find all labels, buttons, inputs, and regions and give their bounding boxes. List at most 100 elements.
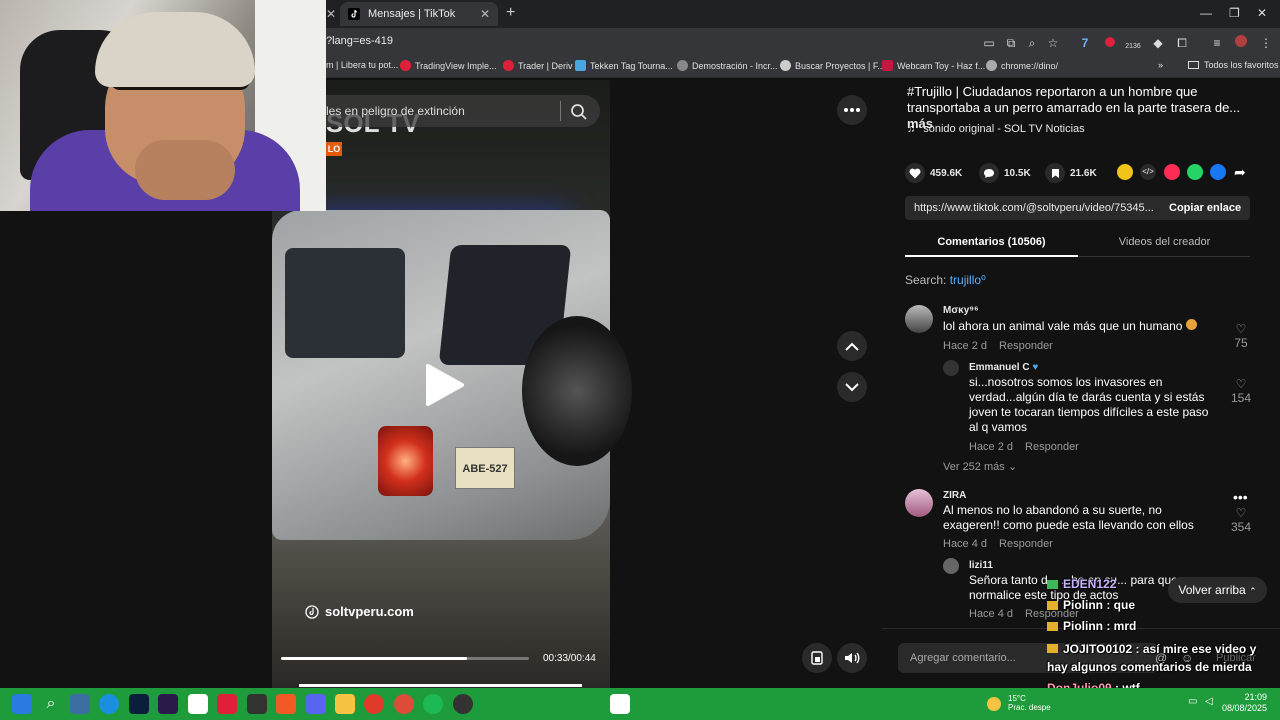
extension-record-icon[interactable] [1102, 35, 1118, 51]
premiere-icon[interactable] [158, 694, 178, 714]
tab-comments[interactable]: Comentarios (10506) [905, 231, 1078, 257]
edge-icon[interactable] [99, 694, 119, 714]
whatsapp-icon[interactable] [1187, 164, 1203, 180]
reply-button[interactable]: Responder [999, 340, 1053, 352]
comment-like-button[interactable]: ♡ 154 [1229, 377, 1253, 405]
task-view-icon[interactable] [70, 694, 90, 714]
zoom-icon[interactable]: ⌕ [1024, 35, 1040, 51]
save-button[interactable]: 21.6K [1045, 163, 1097, 183]
translate-icon[interactable]: ⧉ [1003, 35, 1019, 51]
search-icon[interactable] [570, 103, 588, 121]
obs-icon[interactable] [453, 694, 473, 714]
all-bookmarks-folder[interactable]: Todos los favoritos [1188, 60, 1279, 70]
comment-author[interactable]: ZIRA [943, 490, 966, 501]
previous-video-button[interactable] [837, 331, 867, 361]
profile-avatar-icon[interactable] [1233, 35, 1249, 51]
close-window-button[interactable]: ✕ [1257, 6, 1267, 20]
heart-emoji-icon: ♥ [1032, 362, 1039, 373]
next-video-button[interactable] [837, 372, 867, 402]
avatar[interactable] [943, 360, 959, 376]
search-icon[interactable]: ⌕ [41, 694, 61, 714]
comment-like-button[interactable]: ♡ 354 [1229, 506, 1253, 534]
opera-icon[interactable] [364, 694, 384, 714]
bookmark-item[interactable]: Webcam Toy - Haz f... [882, 60, 985, 71]
deriv-icon[interactable] [217, 694, 237, 714]
chevron-up-icon [845, 342, 859, 351]
comment-options-icon[interactable]: ••• [1233, 489, 1248, 505]
facebook-icon[interactable] [1210, 164, 1226, 180]
network-icon[interactable]: ▭ [1188, 696, 1197, 707]
comment-button[interactable]: 10.5K [979, 163, 1031, 183]
search-input[interactable]: les en peligro de extinción [326, 104, 465, 118]
reply-button[interactable]: Responder [999, 538, 1053, 550]
comment-author[interactable]: Mσκу⁹⁶ [943, 305, 979, 316]
like-button[interactable]: 459.6K [905, 163, 962, 183]
store-icon[interactable] [188, 694, 208, 714]
embed-code-icon[interactable]: </> [1140, 164, 1156, 180]
bookmark-star-icon[interactable]: ☆ [1045, 35, 1061, 51]
play-icon[interactable] [424, 362, 466, 408]
menu-dots-icon[interactable]: ⋮ [1258, 35, 1274, 51]
comment-meta: Hace 4 d Responder [943, 538, 1053, 550]
sound-link[interactable]: ♫ sonido original - SOL TV Noticias [907, 123, 1085, 135]
bookmark-item[interactable]: Tekken Tag Tourna... [575, 60, 673, 71]
search-mini-icon: ⁰ [981, 273, 986, 287]
bookmark-item[interactable]: Demostración - Incr... [677, 60, 778, 71]
bookmark-item[interactable]: m | Libera tu pot... [326, 60, 398, 70]
view-more-replies[interactable]: Ver 252 más ⌄ [943, 460, 1017, 473]
cast-icon[interactable]: ▭ [981, 35, 997, 51]
back-to-top-button[interactable]: Volver arriba ⌃ [1168, 577, 1267, 603]
bookmark-item[interactable]: chrome://dino/ [986, 60, 1058, 71]
minecraft-icon[interactable] [247, 694, 267, 714]
discord-icon[interactable] [306, 694, 326, 714]
comment-search-hint[interactable]: Search: trujillo⁰ [905, 273, 986, 287]
close-tab-icon[interactable]: ✕ [480, 7, 490, 21]
file-explorer-icon[interactable] [335, 694, 355, 714]
video-frame-plate: ABE-527 [455, 447, 515, 489]
speaker-icon[interactable]: ◁ [1205, 696, 1213, 707]
extensions-puzzle-icon[interactable]: ⧠ [1174, 35, 1190, 51]
address-bar[interactable]: ?lang=es-419 [326, 35, 393, 47]
brave-icon[interactable] [276, 694, 296, 714]
extension-badge[interactable]: 2136 [1125, 35, 1141, 51]
avatar[interactable] [943, 558, 959, 574]
chrome-icon[interactable] [394, 694, 414, 714]
search-term-link[interactable]: trujillo [950, 273, 981, 287]
avatar[interactable] [905, 305, 933, 333]
bookmarks-overflow-icon[interactable]: » [1158, 60, 1163, 70]
tab-search-icon[interactable]: ≡ [1209, 35, 1225, 51]
comment-author[interactable]: lizi11 [969, 560, 993, 571]
comment-like-button[interactable]: ♡ 75 [1229, 322, 1253, 350]
bookmark-item[interactable]: Trader | Deriv [503, 60, 573, 71]
volume-button[interactable] [837, 643, 867, 673]
more-options-button[interactable] [837, 95, 867, 125]
weather-widget[interactable]: 15°C Prac. despe [1008, 694, 1051, 712]
spotify-icon[interactable] [423, 694, 443, 714]
bookmark-item[interactable]: Buscar Proyectos | F... [780, 60, 885, 71]
tab-creator-videos[interactable]: Videos del creador [1078, 231, 1251, 257]
clock[interactable]: 21:09 08/08/2025 [1222, 692, 1267, 714]
app-window-icon[interactable] [610, 694, 630, 714]
new-tab-button[interactable]: + [506, 4, 515, 22]
reply-button[interactable]: Responder [1025, 441, 1079, 453]
repost-share-icon[interactable] [1117, 164, 1133, 180]
share-arrow-icon[interactable]: ➦ [1234, 164, 1250, 180]
copy-link-button[interactable]: Copiar enlace [1169, 202, 1241, 214]
webcam-overlay [0, 0, 326, 211]
chat-message: EDEN122 [1047, 577, 1116, 591]
bookmark-item[interactable]: TradingView Imple... [400, 60, 497, 71]
comment-author[interactable]: Emmanuel C ♥ [969, 362, 1038, 373]
close-tab-icon[interactable]: ✕ [326, 7, 336, 21]
send-message-icon[interactable] [1164, 164, 1180, 180]
extension-diamond-icon[interactable]: ◆ [1150, 35, 1166, 51]
tab-tiktok[interactable]: Mensajes | TikTok ✕ [340, 2, 498, 26]
video-frame-spare-tire [522, 316, 632, 466]
avatar[interactable] [905, 489, 933, 517]
photoshop-icon[interactable] [129, 694, 149, 714]
maximize-button[interactable]: ❐ [1229, 6, 1240, 20]
extension-icon[interactable]: 7 [1077, 35, 1093, 51]
start-menu-icon[interactable] [12, 694, 32, 714]
pip-button[interactable] [802, 643, 832, 673]
minimize-button[interactable]: — [1200, 6, 1212, 20]
video-link[interactable]: https://www.tiktok.com/@soltvperu/video/… [914, 202, 1154, 214]
